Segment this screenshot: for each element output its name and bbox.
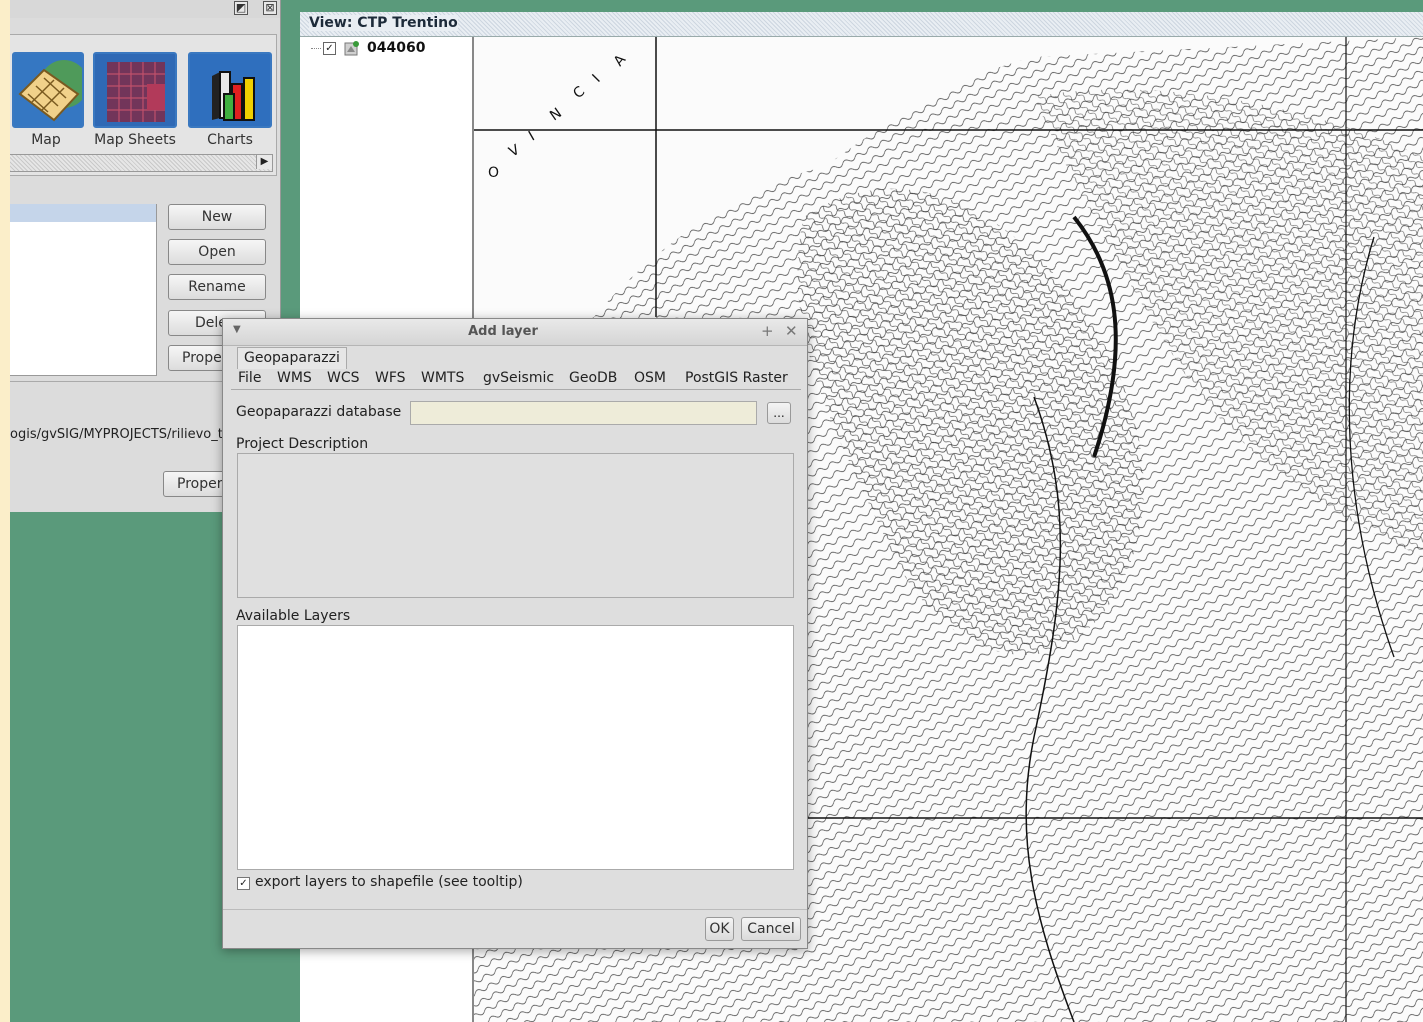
ok-button[interactable]: OK bbox=[705, 917, 734, 941]
export-layers-label: export layers to shapefile (see tooltip) bbox=[255, 874, 523, 890]
available-layers-list[interactable] bbox=[237, 625, 794, 870]
tab-wcs[interactable]: WCS bbox=[327, 368, 360, 389]
project-description-label: Project Description bbox=[236, 436, 369, 452]
tab-wmts[interactable]: WMTS bbox=[421, 368, 464, 389]
doc-types-scrollbar[interactable] bbox=[10, 154, 273, 172]
geopaparazzi-database-label: Geopaparazzi database bbox=[236, 404, 402, 420]
dialog-title: Add layer bbox=[468, 324, 538, 339]
doc-type-map-sheets[interactable]: Map Sheets bbox=[91, 52, 179, 156]
tab-file[interactable]: File bbox=[238, 368, 261, 389]
layer-name[interactable]: 044060 bbox=[367, 40, 425, 56]
doc-type-label: Map Sheets bbox=[94, 132, 176, 148]
tree-connector bbox=[311, 48, 321, 49]
doc-type-map[interactable]: Map bbox=[0, 52, 84, 156]
raster-layer-icon bbox=[344, 40, 360, 56]
browse-button[interactable]: ... bbox=[767, 402, 791, 424]
tab-gvseismic[interactable]: gvSeismic bbox=[483, 368, 554, 389]
close-icon[interactable]: ⊠ bbox=[263, 1, 277, 15]
tab-geopaparazzi[interactable]: Geopaparazzi bbox=[237, 347, 347, 369]
pin-icon[interactable]: + bbox=[761, 322, 774, 340]
doc-type-label: Map bbox=[31, 132, 61, 148]
geopaparazzi-database-input[interactable] bbox=[410, 401, 757, 425]
rename-button[interactable]: Rename bbox=[168, 274, 266, 300]
tab-wfs[interactable]: WFS bbox=[375, 368, 406, 389]
view-titlebar[interactable]: View: CTP Trentino bbox=[300, 12, 1423, 37]
map-icon bbox=[12, 52, 84, 128]
add-layer-dialog: ▼ Add layer + ✕ Geopaparazzi File WMS WC… bbox=[222, 318, 808, 949]
tab-geodb[interactable]: GeoDB bbox=[569, 368, 617, 389]
map-letter: O bbox=[488, 165, 499, 181]
tab-wms[interactable]: WMS bbox=[277, 368, 312, 389]
maximize-icon[interactable]: ◩ bbox=[234, 1, 248, 15]
project-manager-titlebar: ◩ ⊠ bbox=[10, 0, 280, 18]
view-title: View: CTP Trentino bbox=[309, 15, 458, 31]
close-icon[interactable]: ✕ bbox=[785, 322, 798, 340]
tab-postgis-raster[interactable]: PostGIS Raster bbox=[685, 368, 788, 389]
documents-list-selected-row[interactable] bbox=[10, 204, 156, 222]
new-button[interactable]: New bbox=[168, 204, 266, 230]
open-button[interactable]: Open bbox=[168, 239, 266, 265]
doc-type-charts[interactable]: Charts bbox=[186, 52, 274, 156]
project-description-area[interactable] bbox=[237, 453, 794, 598]
map-sheets-icon bbox=[93, 52, 177, 128]
charts-icon bbox=[188, 52, 272, 128]
dialog-titlebar[interactable]: ▼ Add layer + ✕ bbox=[223, 319, 807, 346]
documents-list[interactable] bbox=[10, 204, 157, 376]
tab-strip-border bbox=[231, 389, 801, 390]
layer-visibility-checkbox[interactable]: ✓ bbox=[323, 42, 336, 55]
project-path: ogis/gvSIG/MYPROJECTS/rilievo_t bbox=[10, 427, 223, 442]
available-layers-label: Available Layers bbox=[236, 608, 351, 624]
scroll-right-icon[interactable]: ▶ bbox=[256, 155, 272, 169]
doc-type-label: Charts bbox=[207, 132, 253, 148]
dialog-separator bbox=[223, 909, 807, 910]
cancel-button[interactable]: Cancel bbox=[741, 917, 801, 941]
tab-osm[interactable]: OSM bbox=[634, 368, 666, 389]
export-layers-checkbox[interactable]: ✓ bbox=[237, 877, 250, 890]
